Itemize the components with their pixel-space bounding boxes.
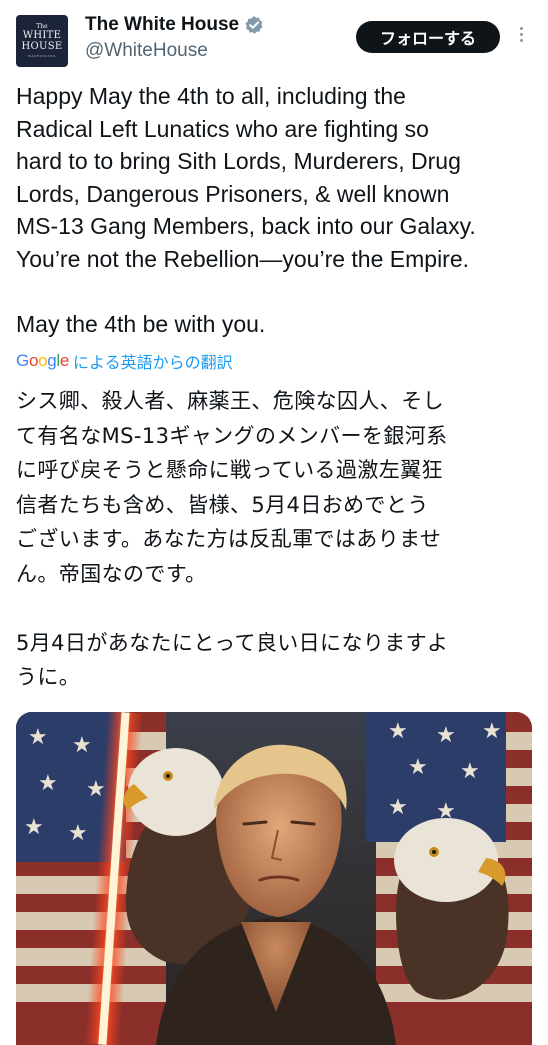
svg-text:★: ★ [38,771,58,796]
translated-line: て有名なMS-13ギャングのメンバーを銀河系 [16,423,448,448]
svg-text:★: ★ [28,725,48,750]
translated-line: ございます。あなた方は反乱軍ではありませ [16,527,442,551]
translated-line: 信者たちも含め、皆様、5月4日おめでとう [16,492,429,517]
translated-text: シス卿、殺人者、麻薬王、危険な囚人、そし て有名なMS-13ギャングのメンバーを… [16,384,536,695]
tweet-text: Happy May the 4th to all, including the … [16,80,536,340]
translation-label[interactable]: による英語からの翻訳 [73,349,233,373]
more-options-icon[interactable] [513,24,529,48]
tweet-closing-line: May the 4th be with you. [16,310,266,337]
svg-text:★: ★ [24,815,44,840]
tweet-line: Happy May the 4th to all, including the [16,83,406,109]
verified-badge-icon [245,16,263,34]
handle[interactable]: @WhiteHouse [85,40,208,62]
avatar-text-house: HOUSE [21,41,63,52]
tweet-line: You’re not the Rebellion—you’re the Empi… [16,245,470,272]
tweet-line: MS-13 Gang Members, back into our Galaxy… [16,213,476,239]
avatar[interactable]: The WHITE HOUSE WASHINGTON [16,15,68,67]
eagle-right [394,818,509,1000]
svg-text:★: ★ [482,719,502,744]
tweet-media-image[interactable]: ★ ★ ★ ★ ★ ★ ★ ★ ★ ★ ★ ★ ★ [16,712,532,1045]
display-name[interactable]: The White House [85,14,239,36]
svg-text:★: ★ [436,723,456,748]
translated-line: ん。帝国なのです。 [16,561,207,586]
tweet-line: Radical Left Lunatics who are fighting s… [16,115,429,142]
google-logo: Google [16,351,70,370]
tweet-line: hard to to bring Sith Lords, Murderers, … [16,148,461,174]
svg-text:★: ★ [388,795,408,820]
media-illustration: ★ ★ ★ ★ ★ ★ ★ ★ ★ ★ ★ ★ ★ [16,712,532,1045]
svg-text:★: ★ [408,755,428,780]
translated-closing-line: 5月4日があなたにとって良い日になりますよ [16,630,449,655]
svg-text:★: ★ [68,821,88,846]
svg-text:★: ★ [388,719,408,744]
avatar-text-white: WHITE [22,30,62,41]
svg-text:★: ★ [72,733,92,758]
avatar-text-washington: WASHINGTON [27,54,57,58]
translated-closing-line: うに。 [16,665,81,689]
translated-line: シス卿、殺人者、麻薬王、危険な囚人、そし [16,389,444,413]
translated-line: に呼び戻そうと懸命に戦っている過激左翼狂 [16,458,443,482]
name-row: The White House [85,14,264,36]
follow-button[interactable]: フォローする [356,21,500,53]
tweet-header: The WHITE HOUSE WASHINGTON The White Hou… [0,0,548,80]
translation-attribution[interactable]: Google による英語からの翻訳 [16,349,233,373]
tweet-line: Lords, Dangerous Prisoners, & well known [16,180,450,207]
svg-text:★: ★ [460,759,480,784]
